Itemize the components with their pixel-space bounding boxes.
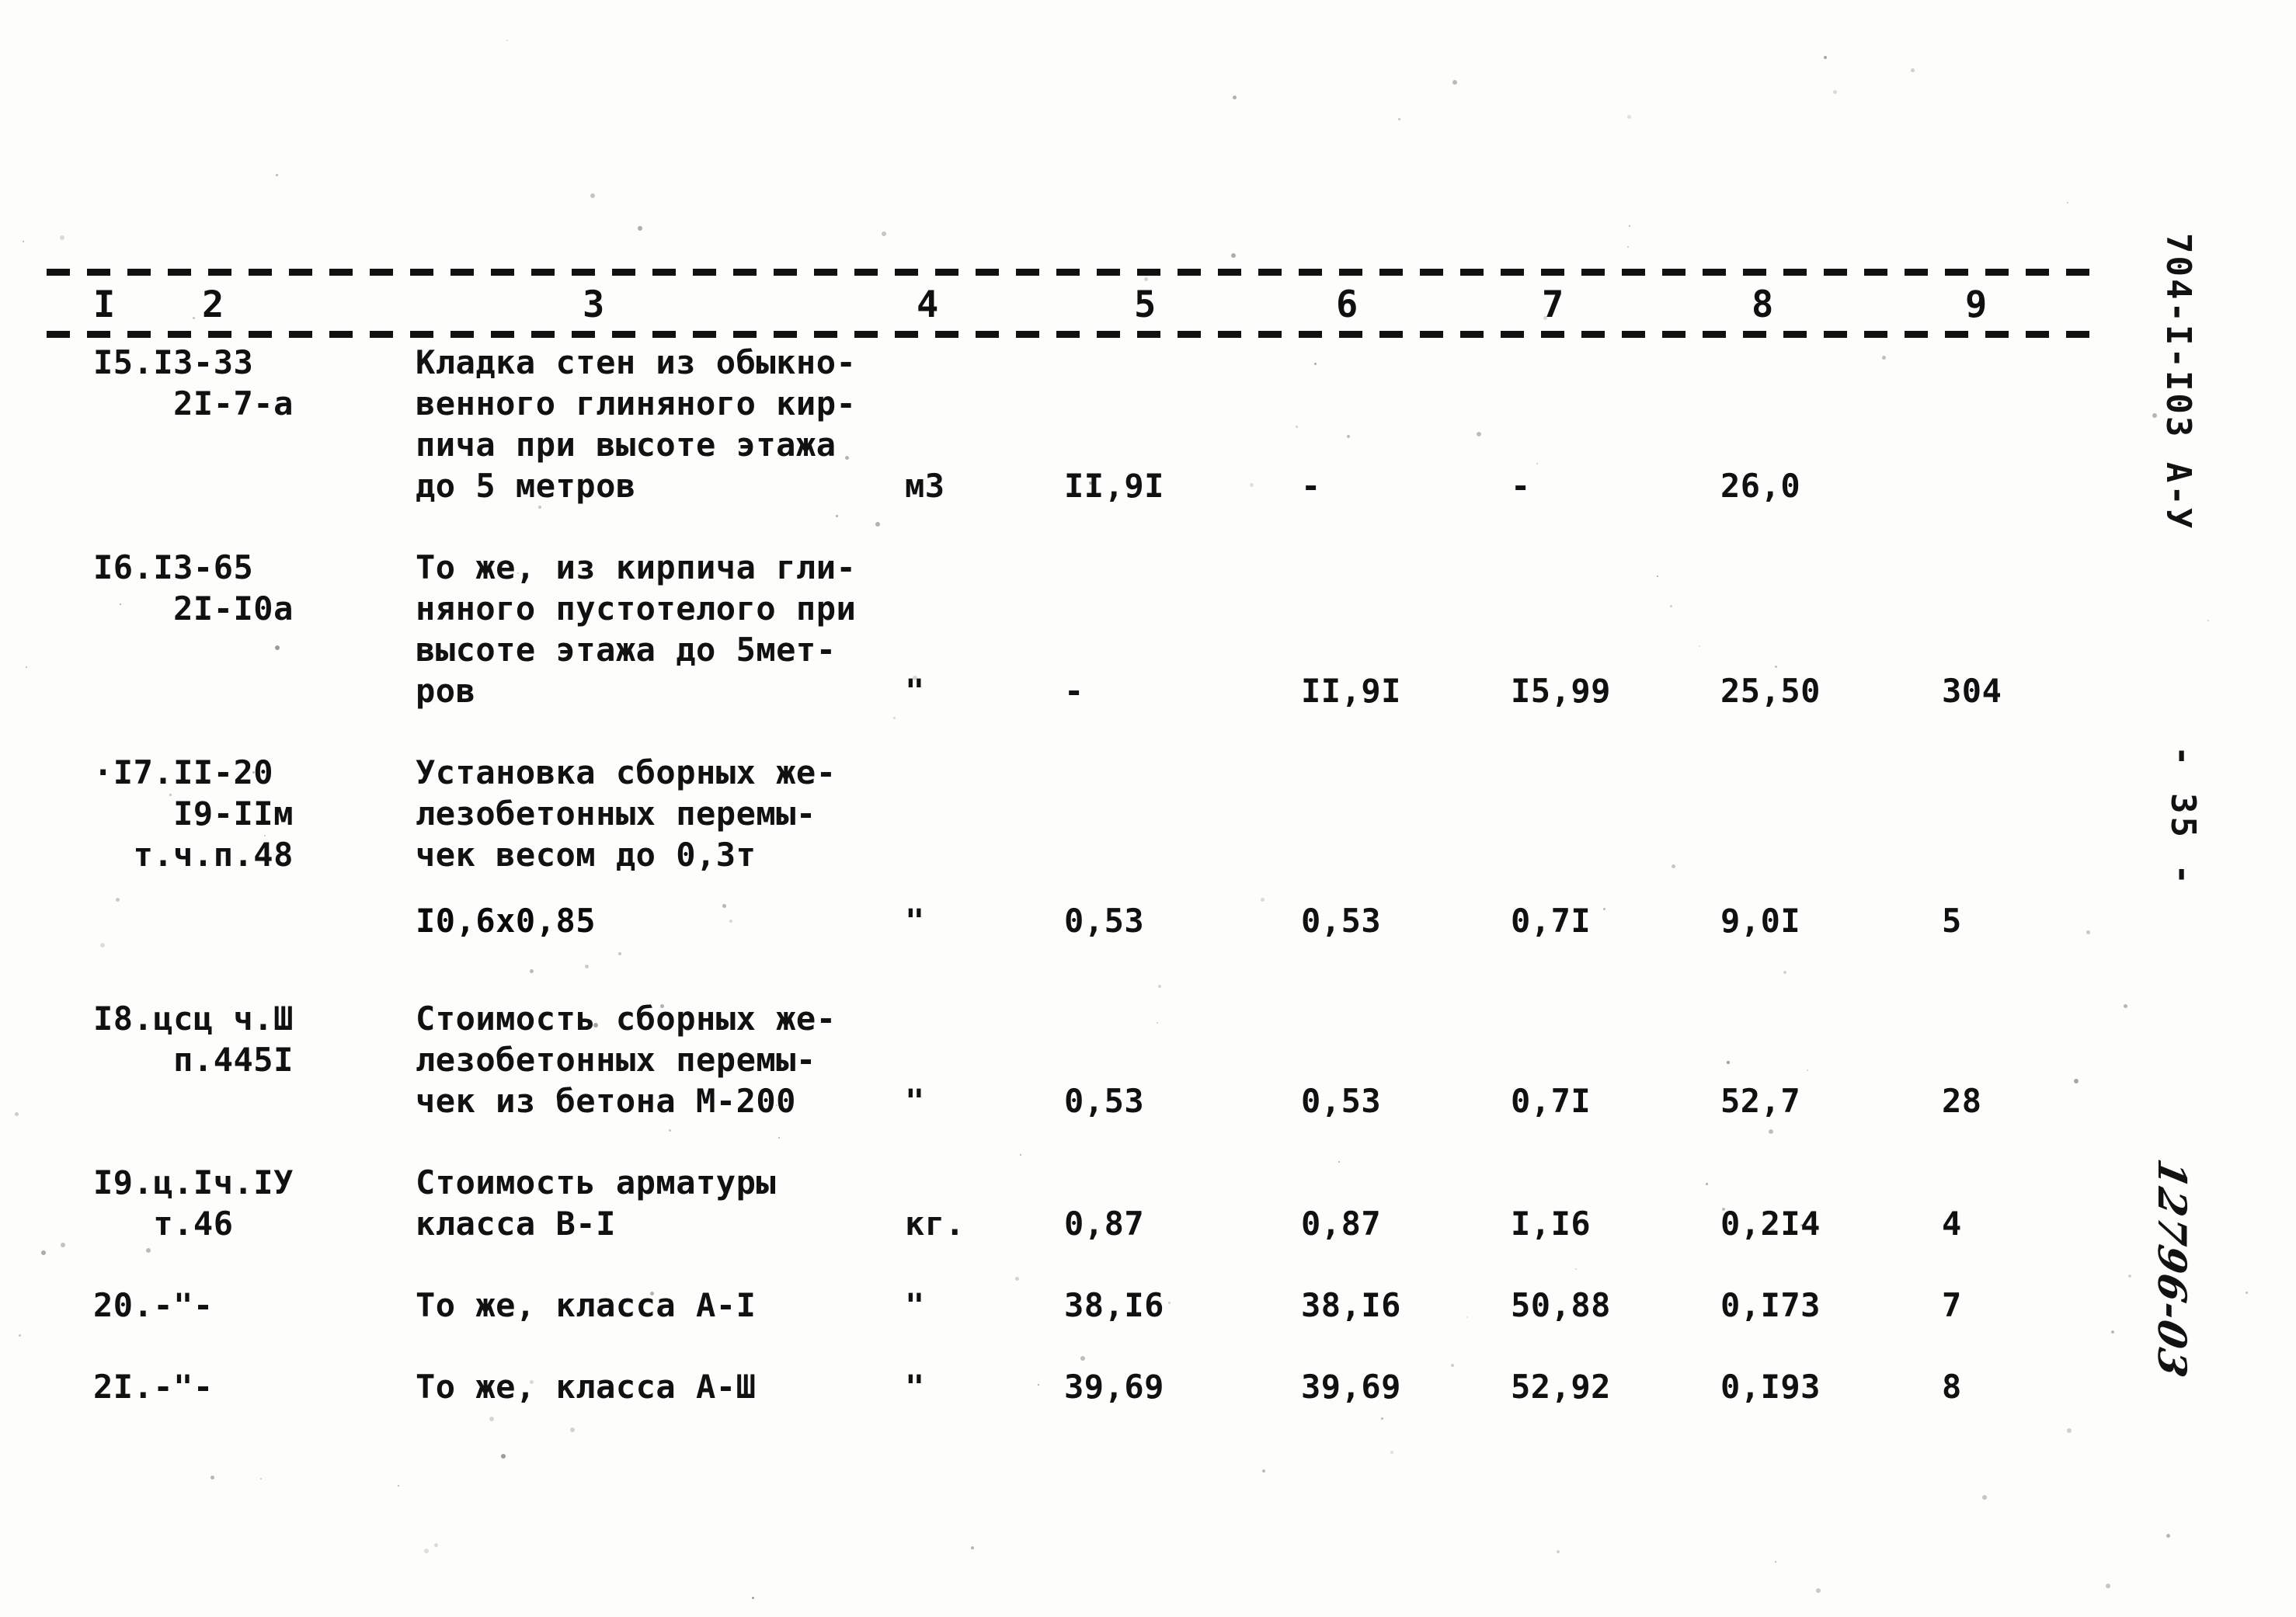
column-header-7: 7 <box>1542 283 1565 326</box>
table-row: ·I7.II-20 I9-IIм т.ч.п.48 Установка сборн… <box>47 752 2105 958</box>
column-header-6: 6 <box>1336 283 1359 326</box>
row-col6-7: 39,69 <box>1301 1368 1401 1406</box>
row-col8-3: 9,0I <box>1720 901 1801 940</box>
column-header-5: 5 <box>1134 283 1157 326</box>
row-code-5: I9.ц.Iч.IУ т.46 <box>93 1163 294 1243</box>
archive-mark-margin-note: 12796-03 <box>2149 1155 2195 1383</box>
row-col9-7: 8 <box>1942 1368 1962 1406</box>
row-description-6: То же, класса А-I <box>416 1286 757 1324</box>
row-col7-6: 50,88 <box>1511 1286 1611 1324</box>
row-unit-6: " <box>905 1286 925 1324</box>
table-row: I5.I3-33 2I-7-а Кладка стен из обыкно- ве… <box>47 342 2105 506</box>
row-description-3: Установка сборных же- лезобетонных перем… <box>416 753 837 874</box>
row-col7-2: I5,99 <box>1511 672 1611 710</box>
row-col9-2: 304 <box>1942 672 2002 710</box>
column-header-3: 3 <box>583 283 606 326</box>
row-col6-1: - <box>1301 467 1321 505</box>
row-col7-7: 52,92 <box>1511 1368 1611 1406</box>
page-number-margin-note: - 35 - <box>2163 746 2203 888</box>
row-unit-2: " <box>905 672 925 710</box>
row-col7-1: - <box>1511 467 1531 505</box>
row-col5-5: 0,87 <box>1064 1205 1145 1243</box>
row-unit-4: " <box>905 1082 925 1120</box>
table-row: 20.-"- То же, класса А-I " 38,I6 38,I6 50,88 0… <box>47 1285 2105 1326</box>
row-col5-1: II,9I <box>1064 467 1164 505</box>
row-col9-5: 4 <box>1942 1205 1962 1243</box>
scanned-page: I 2 3 4 5 6 7 8 9 I5.I3-33 2I-7-а Кладка … <box>0 0 2296 1617</box>
estimate-table: I 2 3 4 5 6 7 8 9 I5.I3-33 2I-7-а Кладка … <box>47 256 2105 1406</box>
row-col6-2: II,9I <box>1301 672 1401 710</box>
row-col8-1: 26,0 <box>1720 467 1801 505</box>
column-header-4: 4 <box>917 283 940 326</box>
row-unit-7: " <box>905 1368 925 1406</box>
row-subline-3: I0,6х0,85 <box>416 901 597 940</box>
column-header-9: 9 <box>1965 283 1988 326</box>
row-col5-3: 0,53 <box>1064 901 1145 940</box>
row-col8-5: 0,2I4 <box>1720 1205 1821 1243</box>
row-col5-2: - <box>1064 672 1084 710</box>
table-row: 2I.-"- То же, класса А-Ш " 39,69 39,69 52,92 0… <box>47 1366 2105 1407</box>
row-unit-5: кг. <box>905 1205 965 1243</box>
row-col7-5: I,I6 <box>1511 1205 1592 1243</box>
row-col7-3: 0,7I <box>1511 901 1592 940</box>
row-col5-6: 38,I6 <box>1064 1286 1164 1324</box>
row-unit-1: м3 <box>905 467 945 505</box>
row-col9-3: 5 <box>1942 901 1962 940</box>
row-col9-6: 7 <box>1942 1286 1962 1324</box>
row-code-1: I5.I3-33 2I-7-а <box>93 343 294 423</box>
row-description-5: Стоимость арматуры класса В-I <box>416 1163 777 1243</box>
row-description-2: То же, из кирпича гли- няного пустотелог… <box>416 548 857 710</box>
row-col5-4: 0,53 <box>1064 1082 1145 1120</box>
table-header-row: I 2 3 4 5 6 7 8 9 <box>47 275 2105 336</box>
row-col7-4: 0,7I <box>1511 1082 1592 1120</box>
row-description-1: Кладка стен из обыкно- венного глиняного… <box>416 343 857 505</box>
table-row: I6.I3-65 2I-I0а То же, из кирпича гли- ня… <box>47 547 2105 711</box>
row-col8-2: 25,50 <box>1720 672 1821 710</box>
row-col6-4: 0,53 <box>1301 1082 1382 1120</box>
row-code-7: 2I.-"- <box>93 1368 214 1406</box>
row-code-4: I8.цсц ч.Ш п.445I <box>93 1000 294 1079</box>
row-code-3: ·I7.II-20 I9-IIм т.ч.п.48 <box>93 753 294 874</box>
table-body: I5.I3-33 2I-7-а Кладка стен из обыкно- ве… <box>47 342 2105 1448</box>
column-header-1: I <box>93 283 117 326</box>
row-col8-6: 0,I73 <box>1720 1286 1821 1324</box>
row-unit-3: " <box>905 901 925 940</box>
row-code-6: 20.-"- <box>93 1286 214 1324</box>
table-row: I8.цсц ч.Ш п.445I Стоимость сборных же- л… <box>47 998 2105 1121</box>
row-col9-4: 28 <box>1942 1082 1982 1120</box>
row-description-7: То же, класса А-Ш <box>416 1368 757 1406</box>
table-row: I9.ц.Iч.IУ т.46 Стоимость арматуры класса… <box>47 1162 2105 1244</box>
row-description-4: Стоимость сборных же- лезобетонных перем… <box>416 1000 837 1120</box>
row-code-2: I6.I3-65 2I-I0а <box>93 548 294 628</box>
row-col6-3: 0,53 <box>1301 901 1382 940</box>
sheet-number-margin-note: 704-I-I03 А-У <box>2159 233 2198 531</box>
row-col8-7: 0,I93 <box>1720 1368 1821 1406</box>
row-col5-7: 39,69 <box>1064 1368 1164 1406</box>
row-col8-4: 52,7 <box>1720 1082 1801 1120</box>
column-header-2: 2 <box>202 283 225 326</box>
row-col6-6: 38,I6 <box>1301 1286 1401 1324</box>
row-col6-5: 0,87 <box>1301 1205 1382 1243</box>
column-header-8: 8 <box>1752 283 1775 326</box>
